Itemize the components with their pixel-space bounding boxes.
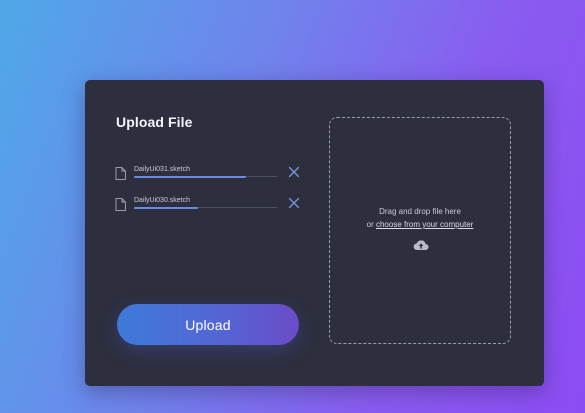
file-item: DailyUi030.sketch bbox=[115, 195, 305, 215]
choose-from-computer-link[interactable]: choose from your computer bbox=[376, 220, 473, 229]
upload-progress-fill bbox=[134, 175, 246, 178]
file-icon bbox=[115, 198, 126, 211]
file-item: DailyUi031.sketch bbox=[115, 164, 305, 184]
file-name: DailyUi031.sketch bbox=[134, 166, 191, 173]
dropzone-choose-line: or choose from your computer bbox=[330, 220, 510, 229]
upload-progress-bar bbox=[134, 175, 277, 178]
upload-progress-fill bbox=[134, 206, 199, 209]
remove-file-button[interactable] bbox=[288, 166, 300, 178]
file-name: DailyUi030.sketch bbox=[134, 197, 191, 204]
file-dropzone[interactable]: Drag and drop file here or choose from y… bbox=[329, 117, 511, 344]
upload-button[interactable]: Upload bbox=[117, 304, 299, 345]
dropzone-instruction: Drag and drop file here bbox=[379, 207, 461, 216]
card-title: Upload File bbox=[116, 114, 193, 130]
file-icon bbox=[115, 167, 126, 180]
upload-card: Upload File DailyUi031.sketch DailyUi030… bbox=[85, 80, 544, 386]
upload-progress-bar bbox=[134, 206, 277, 209]
dropzone-or-text: or bbox=[366, 220, 376, 229]
remove-file-button[interactable] bbox=[288, 197, 300, 209]
cloud-upload-icon[interactable] bbox=[413, 239, 429, 251]
